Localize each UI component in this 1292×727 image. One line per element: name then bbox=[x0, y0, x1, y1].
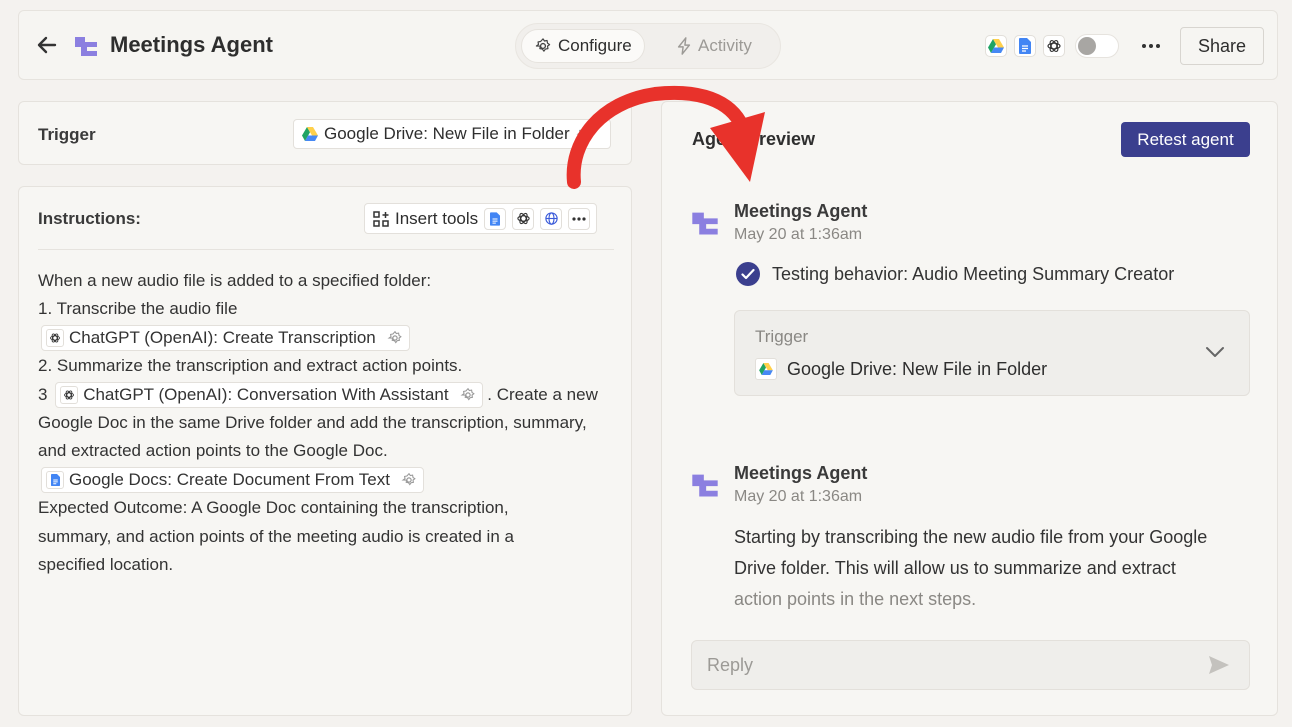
chevron-down-icon[interactable] bbox=[1205, 345, 1225, 359]
more-options-button[interactable] bbox=[1139, 35, 1163, 57]
toggle-knob bbox=[1078, 37, 1096, 55]
back-arrow-icon[interactable] bbox=[35, 33, 59, 57]
message-author: Meetings Agent bbox=[734, 201, 868, 221]
google-docs-icon bbox=[1014, 35, 1036, 57]
divider bbox=[38, 249, 614, 250]
google-docs-icon bbox=[46, 471, 64, 490]
openai-icon bbox=[46, 329, 64, 348]
trigger-label: Trigger bbox=[38, 125, 96, 144]
trigger-value: Google Drive: New File in Folder bbox=[324, 124, 570, 143]
agent-avatar-icon bbox=[692, 212, 718, 235]
tool-chip-conversation-with-assistant[interactable]: ChatGPT (OpenAI): Conversation With Assi… bbox=[55, 382, 483, 409]
tool-chip-label: Google Docs: Create Document From Text bbox=[69, 470, 390, 490]
gear-icon[interactable] bbox=[460, 387, 476, 403]
instruction-text: . Create a new bbox=[487, 384, 598, 404]
tab-configure[interactable]: Configure bbox=[521, 29, 645, 63]
check-circle-icon bbox=[736, 262, 760, 286]
agent-avatar-icon bbox=[692, 474, 718, 497]
trigger-card-text: Google Drive: New File in Folder bbox=[787, 358, 1048, 379]
instruction-line: 1. Transcribe the audio file bbox=[38, 299, 238, 319]
test-status-text: Testing behavior: Audio Meeting Summary … bbox=[772, 263, 1175, 284]
insert-tools-button[interactable]: Insert tools bbox=[395, 209, 478, 229]
instruction-line: 2. Summarize the transcription and extra… bbox=[38, 356, 463, 376]
openai-icon bbox=[1043, 35, 1065, 57]
instruction-line: and extracted action points to the Googl… bbox=[38, 441, 388, 461]
instruction-line: Google Docs: Create Document From Text bbox=[38, 466, 618, 494]
google-drive-icon bbox=[302, 127, 318, 141]
tool-chip-label: ChatGPT (OpenAI): Conversation With Assi… bbox=[83, 384, 449, 404]
instruction-line: 3 ChatGPT (OpenAI): Conversation With As… bbox=[38, 381, 618, 409]
retest-agent-button[interactable]: Retest agent bbox=[1121, 122, 1250, 157]
page-title: Meetings Agent bbox=[110, 32, 273, 57]
message-author: Meetings Agent bbox=[734, 463, 868, 483]
google-drive-icon bbox=[755, 358, 777, 380]
message-line: Drive folder. This will allow us to summ… bbox=[734, 558, 1176, 578]
gear-icon[interactable] bbox=[401, 472, 417, 488]
test-status: Testing behavior: Audio Meeting Summary … bbox=[736, 262, 1174, 286]
instruction-line: specified location. bbox=[38, 555, 174, 575]
message-timestamp: May 20 at 1:36am bbox=[734, 226, 863, 243]
mode-tabs: Configure Activity bbox=[515, 23, 781, 69]
message-body: Starting by transcribing the new audio f… bbox=[734, 522, 1254, 615]
lightning-icon bbox=[677, 37, 691, 55]
send-icon[interactable] bbox=[1208, 655, 1230, 675]
instructions-editor[interactable]: When a new audio file is added to a spec… bbox=[38, 267, 618, 579]
reply-placeholder: Reply bbox=[707, 655, 754, 675]
instruction-line: Expected Outcome: A Google Doc containin… bbox=[38, 498, 509, 518]
tab-activity[interactable]: Activity bbox=[664, 29, 764, 63]
instruction-line: ChatGPT (OpenAI): Create Transcription bbox=[38, 324, 618, 352]
tool-chip-create-transcription[interactable]: ChatGPT (OpenAI): Create Transcription bbox=[41, 325, 410, 352]
insert-tools-toolbar: Insert tools bbox=[364, 203, 598, 234]
gear-icon bbox=[535, 38, 551, 52]
tool-chip-label: ChatGPT (OpenAI): Create Transcription bbox=[69, 328, 376, 348]
share-button[interactable]: Share bbox=[1180, 27, 1264, 65]
trigger-card[interactable]: Trigger Google Drive: New File in Folder bbox=[734, 310, 1250, 396]
message-line: action points in the next steps. bbox=[734, 589, 977, 609]
agent-enabled-toggle[interactable] bbox=[1075, 34, 1119, 58]
google-drive-icon bbox=[985, 35, 1007, 57]
connected-apps bbox=[985, 35, 1065, 57]
reply-input[interactable]: Reply bbox=[691, 640, 1250, 690]
tab-configure-label: Configure bbox=[558, 36, 632, 55]
globe-icon[interactable] bbox=[540, 207, 563, 230]
message-line: Starting by transcribing the new audio f… bbox=[734, 527, 1208, 547]
trigger-card-value: Google Drive: New File in Folder bbox=[755, 358, 1047, 380]
instruction-text: 3 bbox=[38, 384, 48, 404]
instruction-line: summary, and action points of the meetin… bbox=[38, 526, 514, 546]
instruction-line: Google Doc in the same Drive folder and … bbox=[38, 413, 587, 433]
openai-icon[interactable] bbox=[512, 207, 535, 230]
trigger-panel: Trigger Google Drive: New File in Folder bbox=[18, 101, 632, 165]
annotation-arrow-icon bbox=[566, 85, 765, 189]
instruction-line: When a new audio file is added to a spec… bbox=[38, 271, 432, 290]
tool-chip-create-document[interactable]: Google Docs: Create Document From Text bbox=[41, 467, 424, 494]
trigger-card-label: Trigger bbox=[755, 327, 809, 346]
insert-tools-icon bbox=[373, 210, 389, 227]
instructions-panel: Instructions: Insert tools When a new au… bbox=[18, 186, 632, 716]
google-docs-icon[interactable] bbox=[484, 207, 507, 230]
instructions-label: Instructions: bbox=[38, 209, 141, 228]
gear-icon[interactable] bbox=[387, 330, 403, 346]
more-tools-button[interactable] bbox=[568, 207, 591, 230]
top-bar: Meetings Agent Configure Activity Share bbox=[18, 10, 1278, 80]
agent-logo-icon bbox=[75, 37, 97, 56]
message-timestamp: May 20 at 1:36am bbox=[734, 488, 863, 505]
openai-icon bbox=[60, 386, 79, 405]
tab-activity-label: Activity bbox=[698, 36, 752, 55]
